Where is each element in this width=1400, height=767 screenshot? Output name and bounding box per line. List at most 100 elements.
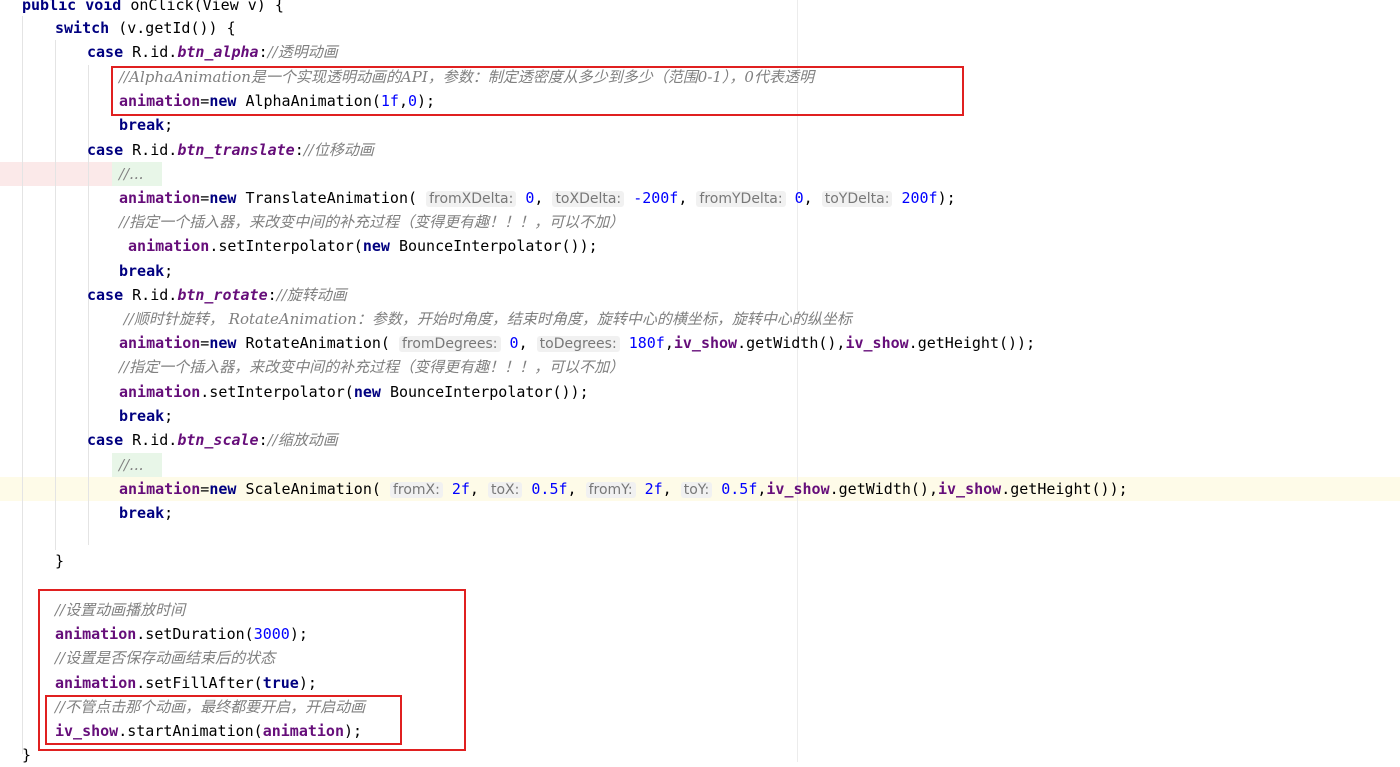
variable: animation xyxy=(119,383,201,401)
number-literal: 2f xyxy=(644,480,663,498)
code-line[interactable]: break; xyxy=(0,113,1400,137)
param-hint: fromY: xyxy=(585,482,636,498)
code-text: .getWidth(), xyxy=(737,334,846,352)
code-line[interactable]: //顺时针旋转， RotateAnimation：参数，开始时角度，结束时角度，… xyxy=(0,307,1400,331)
comment: //顺时针旋转， RotateAnimation：参数，开始时角度，结束时角度，… xyxy=(119,310,852,328)
code-text: BounceInterpolator()); xyxy=(398,237,598,255)
code-text: R.id. xyxy=(132,141,178,159)
number-literal: 180f xyxy=(628,334,665,352)
keyword: break xyxy=(119,262,165,280)
code-line[interactable]: //指定一个插入器，来改变中间的补充过程（变得更有趣！！！，可以不加） xyxy=(0,210,1400,234)
comment: //位移动画 xyxy=(303,141,374,159)
comment: //... xyxy=(119,165,144,183)
code-text: , xyxy=(534,189,553,207)
field-ref: btn_translate xyxy=(177,141,295,159)
code-line[interactable]: break; xyxy=(0,259,1400,283)
code-text: .setInterpolator( xyxy=(200,383,354,401)
code-line[interactable]: public void onClick(View v) { xyxy=(0,0,1400,17)
code-line[interactable]: //指定一个插入器，来改变中间的补充过程（变得更有趣！！！，可以不加） xyxy=(0,355,1400,379)
param-hint: toDegrees: xyxy=(536,336,620,352)
code-text: R.id. xyxy=(132,43,178,61)
code-line[interactable]: case R.id.btn_scale://缩放动画 xyxy=(0,428,1400,452)
code-line[interactable]: animation=new TranslateAnimation( fromXD… xyxy=(0,186,1400,210)
code-text: .getWidth(), xyxy=(829,480,938,498)
code-text: onClick(View v) { xyxy=(130,0,284,14)
code-line[interactable]: animation=new ScaleAnimation( fromX: 2f,… xyxy=(0,477,1400,501)
code-text: = xyxy=(200,334,210,352)
code-text: : xyxy=(294,141,304,159)
code-line[interactable]: break; xyxy=(0,404,1400,428)
variable: iv_show xyxy=(673,334,738,352)
number-literal: 0 xyxy=(794,189,804,207)
code-line[interactable]: case R.id.btn_translate://位移动画 xyxy=(0,138,1400,162)
code-text: .getHeight()); xyxy=(1001,480,1128,498)
keyword: new xyxy=(209,189,246,207)
comment: //缩放动画 xyxy=(267,431,338,449)
field-ref: btn_alpha xyxy=(177,43,259,61)
keyword: new xyxy=(209,334,246,352)
comment: //旋转动画 xyxy=(276,286,347,304)
code-text: , xyxy=(664,334,674,352)
code-line[interactable]: animation.setInterpolator(new BounceInte… xyxy=(0,380,1400,404)
code-line[interactable] xyxy=(0,525,1400,549)
code-text: , xyxy=(803,189,822,207)
code-line[interactable]: case R.id.btn_rotate://旋转动画 xyxy=(0,283,1400,307)
code-line[interactable]: switch (v.getId()) { xyxy=(0,16,1400,40)
code-line[interactable]: //... xyxy=(0,453,1400,477)
code-text: ; xyxy=(164,407,174,425)
comment: //指定一个插入器，来改变中间的补充过程（变得更有趣！！！，可以不加） xyxy=(119,358,625,376)
keyword: break xyxy=(119,504,165,522)
variable: animation xyxy=(128,237,210,255)
variable: iv_show xyxy=(937,480,1002,498)
param-hint: fromYDelta: xyxy=(696,191,786,207)
code-text: ; xyxy=(164,504,174,522)
code-text: = xyxy=(200,480,210,498)
keyword: new xyxy=(362,237,399,255)
variable: iv_show xyxy=(845,334,909,352)
code-line[interactable]: //... xyxy=(0,162,1400,186)
param-hint: toY: xyxy=(680,482,713,498)
code-text: (v.getId()) { xyxy=(118,19,236,37)
comment: //... xyxy=(119,456,144,474)
number-literal: 200f xyxy=(901,189,938,207)
keyword: case xyxy=(87,141,133,159)
code-text: , xyxy=(567,480,586,498)
code-text: , xyxy=(662,480,681,498)
code-text: BounceInterpolator()); xyxy=(389,383,589,401)
number-literal: 0.5f xyxy=(721,480,758,498)
code-line[interactable]: animation=new RotateAnimation( fromDegre… xyxy=(0,331,1400,355)
param-hint: fromDegrees: xyxy=(398,336,501,352)
param-hint: fromX: xyxy=(389,482,443,498)
field-ref: btn_rotate xyxy=(177,286,268,304)
number-literal: -200f xyxy=(633,189,679,207)
param-hint: toXDelta: xyxy=(552,191,625,207)
keyword: public void xyxy=(22,0,131,14)
code-text: : xyxy=(258,43,268,61)
variable: animation xyxy=(119,189,201,207)
code-text: : xyxy=(267,286,277,304)
code-text: R.id. xyxy=(132,431,178,449)
code-line[interactable]: break; xyxy=(0,501,1400,525)
code-text: RotateAnimation( xyxy=(245,334,399,352)
code-line[interactable]: animation.setInterpolator(new BounceInte… xyxy=(0,234,1400,258)
number-literal: 2f xyxy=(451,480,470,498)
code-line[interactable]: case R.id.btn_alpha://透明动画 xyxy=(0,40,1400,64)
field-ref: btn_scale xyxy=(177,431,259,449)
param-hint: fromXDelta: xyxy=(426,191,517,207)
code-text: .getHeight()); xyxy=(908,334,1036,352)
code-text: ; xyxy=(164,262,174,280)
keyword: switch xyxy=(55,19,119,37)
number-literal: 0.5f xyxy=(531,480,568,498)
code-line[interactable]: } xyxy=(0,549,1400,573)
comment: //指定一个插入器，来改变中间的补充过程（变得更有趣！！！，可以不加） xyxy=(119,213,625,231)
code-text: R.id. xyxy=(132,286,178,304)
code-text: , xyxy=(469,480,488,498)
